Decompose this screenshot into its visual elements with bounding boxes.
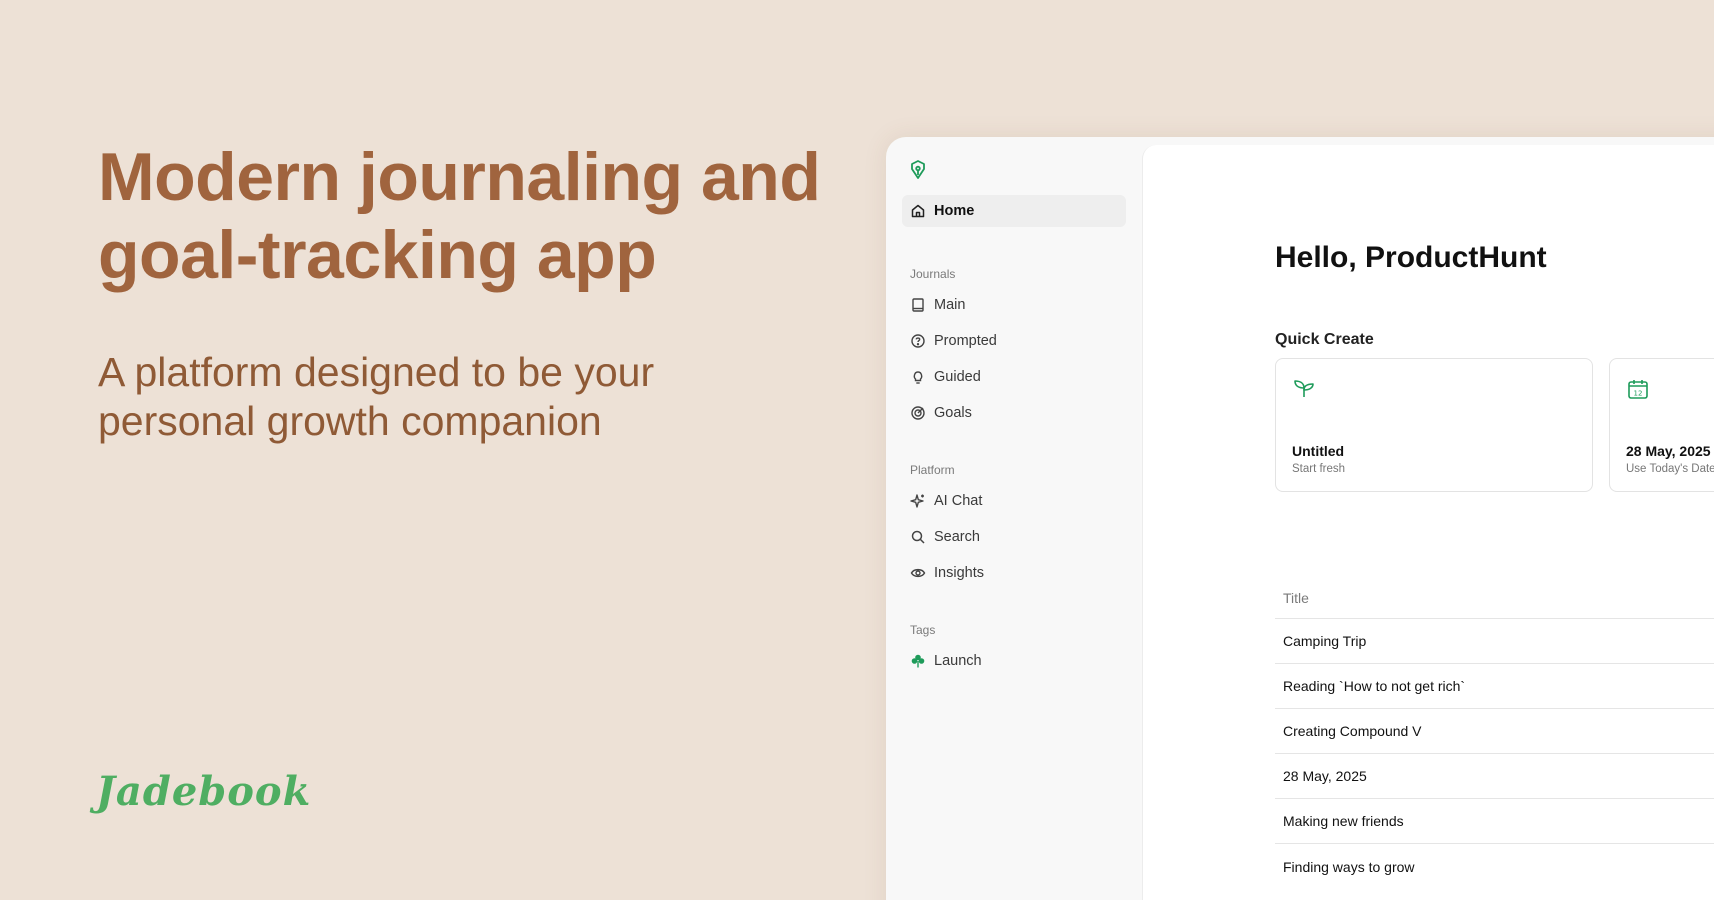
brand-logo: Jadebook [96,768,312,815]
sidebar-item-search[interactable]: Search [902,521,1126,553]
card-title: 28 May, 2025 [1626,443,1711,459]
quick-create-card-today[interactable]: 12 28 May, 2025 Use Today's Date [1609,358,1714,492]
svg-text:12: 12 [1634,390,1643,398]
hero-subline: A platform designed to be your personal … [98,349,655,444]
app-window: Home Journals Main Prompted Guided Goals… [886,137,1714,900]
sidebar-item-label: Guided [934,369,981,385]
card-title: Untitled [1292,443,1345,459]
table-header-title[interactable]: Title [1275,577,1714,619]
sidebar-item-label: Prompted [934,333,997,349]
sidebar-item-main[interactable]: Main [902,289,1126,321]
sidebar-item-insights[interactable]: Insights [902,557,1126,589]
sidebar-item-launch[interactable]: Launch [902,645,1126,677]
question-badge-icon [911,334,925,348]
sidebar-item-guided[interactable]: Guided [902,361,1126,393]
home-icon [911,204,925,218]
main-content: Hello, ProductHunt Quick Create Untitled… [1142,145,1714,900]
card-subtitle: Start fresh [1292,463,1346,475]
clover-icon [911,654,925,668]
sidebar-item-label: Insights [934,565,984,581]
quick-create-title: Quick Create [1275,331,1374,348]
sidebar-item-home[interactable]: Home [902,195,1126,227]
section-label-tags: Tags [910,623,936,637]
sidebar-item-goals[interactable]: Goals [902,397,1126,429]
table-row[interactable]: Making new friends [1275,799,1714,844]
target-icon [911,406,925,420]
entries-table: Title Camping Trip Reading `How to not g… [1275,577,1714,889]
sidebar-item-label: Goals [934,405,972,421]
sparkles-icon [910,494,924,508]
lightbulb-icon [913,371,923,384]
sidebar-item-label: Search [934,529,980,545]
hero-headline: Modern journaling and goal-tracking app [98,139,821,293]
table-row[interactable]: 28 May, 2025 [1275,754,1714,799]
sidebar-item-label: Main [934,297,966,313]
search-icon [911,530,925,544]
sidebar-item-label: Home [934,203,975,219]
table-row[interactable]: Finding ways to grow [1275,844,1714,889]
sidebar-item-label: AI Chat [934,493,983,509]
sidebar-item-prompted[interactable]: Prompted [902,325,1126,357]
sidebar-item-label: Launch [934,653,982,669]
card-subtitle: Use Today's Date [1626,463,1714,475]
sprout-icon [1294,380,1314,397]
section-label-journals: Journals [910,267,956,281]
table-row[interactable]: Creating Compound V [1275,709,1714,754]
page-title: Hello, ProductHunt [1275,241,1547,274]
calendar-icon: 12 [1628,380,1648,399]
section-label-platform: Platform [910,463,955,477]
book-icon [912,298,924,312]
pen-nib-icon[interactable] [908,159,928,181]
eye-icon [910,568,926,578]
sidebar-item-ai-chat[interactable]: AI Chat [902,485,1126,517]
table-row[interactable]: Reading `How to not get rich` [1275,664,1714,709]
table-row[interactable]: Camping Trip [1275,619,1714,664]
sidebar: Home Journals Main Prompted Guided Goals… [886,137,1141,900]
quick-create-card-untitled[interactable]: Untitled Start fresh [1275,358,1593,492]
